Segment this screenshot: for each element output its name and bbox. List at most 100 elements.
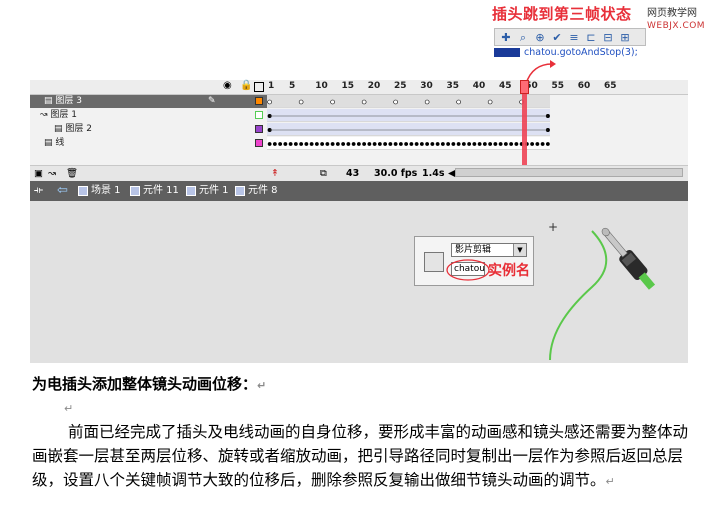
watermark-line1: 网页教学网 — [647, 8, 697, 19]
keyframe-dot — [425, 142, 430, 146]
layer-icon: ▤ — [54, 124, 63, 134]
frame-tick-label: 15 — [341, 81, 355, 91]
layer-color-swatch[interactable] — [255, 125, 263, 133]
layer-name: 图层 3 — [55, 96, 82, 106]
onion-skin-icon[interactable]: ⧉ — [320, 166, 327, 181]
keyframe-dot — [377, 142, 382, 146]
frame-rate: 30.0 fps — [374, 168, 418, 179]
keyframe-dot — [283, 142, 288, 146]
keyframe-dot — [509, 142, 514, 146]
elapsed-time: 1.4s — [422, 168, 445, 179]
keyframe-dot — [498, 142, 503, 146]
keyframe-dot — [488, 142, 493, 146]
layer-row-图层1[interactable]: ↝ 图层 1 — [30, 109, 267, 122]
frame-tick-label: 30 — [420, 81, 433, 91]
registration-cross: + — [548, 220, 558, 234]
guide-layer-icon: ↝ — [40, 110, 48, 120]
symbol-icon — [130, 186, 140, 196]
frame-tick-label: 25 — [394, 81, 407, 91]
trash-icon[interactable]: 🗑 — [66, 166, 78, 181]
keyframe-dot — [341, 142, 346, 146]
keyframe-dot — [325, 142, 330, 146]
outline-icon[interactable] — [254, 82, 264, 92]
layer-color-swatch[interactable] — [255, 97, 263, 105]
keyframe-dot — [430, 142, 435, 146]
hint-icon[interactable]: ⊏ — [584, 31, 598, 44]
keyframe-marks — [267, 99, 550, 146]
keyframe-dot — [535, 142, 540, 146]
keyframe-dot — [335, 142, 340, 146]
check-icon[interactable]: ✔ — [550, 31, 564, 44]
keyframe-dot — [472, 142, 477, 146]
symbol-type-select[interactable]: 影片剪辑 ▼ — [451, 243, 527, 257]
timeline-scrollbar[interactable] — [455, 168, 683, 177]
highlight-ellipse — [446, 259, 490, 281]
layer-name: 线 — [55, 138, 65, 148]
frame-tick-label: 35 — [446, 81, 460, 91]
lock-icon[interactable]: 🔒 — [240, 80, 252, 91]
keyframe-dot — [272, 142, 277, 146]
frame-tick-label: 10 — [315, 81, 328, 91]
keyframe-dot — [372, 142, 377, 146]
body-paragraph: 前面已经完成了插头及电线动画的自身位移，要形成丰富的动画感和镜头感还需要为整体动… — [32, 423, 689, 489]
breadcrumb-symbol-8[interactable]: 元件 8 — [235, 181, 278, 201]
chevron-down-icon: ▼ — [513, 244, 526, 256]
timeline-toggle-icon[interactable]: ⟛ — [34, 181, 43, 201]
eye-icon[interactable]: ◉ — [223, 80, 232, 91]
actions-line: chatou.gotoAndStop(3); — [494, 46, 646, 60]
keyframe-dot — [330, 99, 335, 105]
find-icon[interactable]: ⌕ — [516, 31, 530, 44]
keyframe-dot — [440, 142, 445, 146]
add-icon[interactable]: ✚ — [499, 31, 513, 44]
empty-line-mark: ↵ — [64, 402, 74, 415]
section-heading: 为电插头添加整体镜头动画位移：↵ — [32, 375, 267, 393]
keyframe-dot — [361, 99, 367, 105]
keyframe-dot — [424, 99, 430, 105]
breadcrumb-symbol-1[interactable]: 元件 1 — [186, 181, 229, 201]
frame-tick-label: 5 — [289, 81, 296, 91]
layer-color-swatch[interactable] — [255, 139, 263, 147]
keyframe-dot — [487, 99, 493, 105]
keyframe-dot — [419, 142, 424, 146]
keyframe-dot — [398, 142, 403, 146]
movieclip-icon — [424, 252, 444, 272]
keyframe-dot — [530, 142, 535, 146]
instance-name-annotation: 实例名 — [488, 263, 530, 279]
layer-row-图层3[interactable]: ▤ 图层 3 ✎ — [30, 95, 267, 108]
add-guide-icon[interactable]: ↝ — [48, 166, 56, 181]
center-frame-icon[interactable]: ↟ — [271, 166, 279, 181]
keyframe-dot — [540, 142, 545, 146]
playhead[interactable] — [522, 80, 527, 174]
layer-row-线[interactable]: ▤ 线 — [30, 137, 267, 150]
keyframe-dot — [482, 142, 487, 146]
keyframe-dot — [293, 142, 298, 146]
wire-path — [549, 230, 608, 361]
frame-tick-label: 60 — [577, 81, 591, 91]
keyframe-dot — [304, 142, 309, 146]
keyframe-dot — [356, 142, 361, 146]
keyframe-dot — [393, 99, 398, 105]
keyframe-dot — [388, 142, 393, 146]
actions-line-marker — [494, 48, 520, 57]
edit-path-bar: ⟛ ⇦ 场景 1 元件 11 元件 1 元件 8 — [30, 181, 688, 201]
breadcrumb-symbol-11[interactable]: 元件 11 — [130, 181, 179, 201]
add-layer-icon[interactable]: ▣ — [34, 166, 43, 181]
back-arrow-icon[interactable]: ⇦ — [57, 181, 68, 201]
keyframe-dot — [493, 142, 498, 146]
keyframe-dot — [346, 142, 351, 146]
keyframe-dot — [267, 142, 272, 146]
layer-color-swatch[interactable] — [255, 111, 263, 119]
keyframe-dot — [503, 142, 508, 146]
keyframe-dot — [435, 142, 440, 146]
breadcrumb-scene[interactable]: 场景 1 — [78, 181, 121, 201]
target-icon[interactable]: ⊕ — [533, 31, 547, 44]
frame-tick-label: 55 — [551, 81, 565, 91]
collapse-icon[interactable]: ⊟ — [601, 31, 615, 44]
layer-row-图层2[interactable]: ▤ 图层 2 — [30, 123, 267, 136]
expand-icon[interactable]: ⊞ — [618, 31, 632, 44]
keyframe-dot — [456, 142, 461, 146]
playhead-handle[interactable] — [520, 80, 529, 94]
frame-tick-label: 40 — [472, 81, 486, 91]
format-icon[interactable]: ≡ — [567, 31, 581, 44]
annotation-title: 插头跳到第三帧状态 — [492, 5, 632, 23]
